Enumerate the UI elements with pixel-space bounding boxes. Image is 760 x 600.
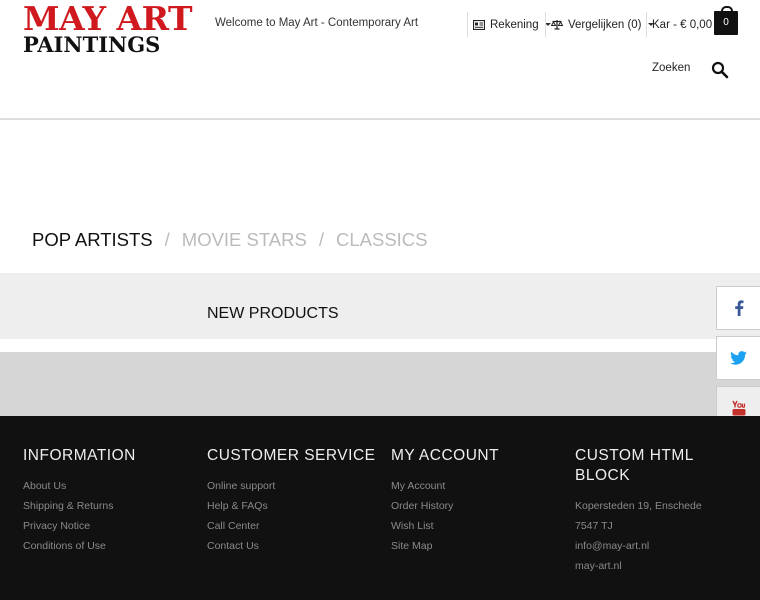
scale-icon <box>551 20 563 30</box>
footer-website-link[interactable]: may-art.nl <box>575 556 750 576</box>
footer-heading: CUSTOM HTML BLOCK <box>575 447 694 484</box>
account-menu[interactable]: Rekening <box>473 12 551 37</box>
logo-line-1: MAY ART <box>23 0 193 38</box>
content-band <box>0 352 760 416</box>
cart-label: Kar - € 0,00 <box>652 18 713 31</box>
compare-label: Vergelijken (0) <box>568 18 642 31</box>
new-products-section: NEW PRODUCTS <box>0 273 760 339</box>
footer-link-call-center[interactable]: Call Center <box>207 516 382 536</box>
footer-address-street: Kopersteden 19, Enschede <box>575 500 702 512</box>
facebook-icon <box>734 300 743 316</box>
welcome-message: Welcome to May Art - Contemporary Art <box>215 17 419 29</box>
tab-movie-stars[interactable]: MOVIE STARS <box>182 229 307 251</box>
new-products-title: NEW PRODUCTS <box>207 305 339 322</box>
footer-heading: CUSTOMER SERVICE <box>207 447 376 464</box>
footer-link-conditions-of-use[interactable]: Conditions of Use <box>23 536 198 556</box>
footer-heading: MY ACCOUNT <box>391 447 500 464</box>
footer-link-wish-list[interactable]: Wish List <box>391 516 566 536</box>
site-footer: INFORMATION About Us Shipping & Returns … <box>0 416 760 600</box>
tab-separator: / <box>164 229 170 250</box>
category-tabs: POP ARTISTS / MOVIE STARS / CLASSICS <box>32 228 428 252</box>
footer-column-information: INFORMATION About Us Shipping & Returns … <box>23 446 198 556</box>
footer-link-my-account[interactable]: My Account <box>391 476 566 496</box>
site-logo[interactable]: MAY ART PAINTINGS <box>23 0 203 57</box>
account-card-icon <box>473 19 485 30</box>
tab-separator: / <box>318 229 324 250</box>
footer-link-about-us[interactable]: About Us <box>23 476 198 496</box>
site-header: MAY ART PAINTINGS Welcome to May Art - C… <box>0 0 760 120</box>
footer-column-customer-service: CUSTOMER SERVICE Online support Help & F… <box>207 446 382 556</box>
nav-divider <box>545 12 546 37</box>
youtube-icon <box>731 400 745 416</box>
nav-divider <box>467 12 468 37</box>
footer-link-order-history[interactable]: Order History <box>391 496 566 516</box>
cart-count: 0 <box>723 17 729 28</box>
tab-classics[interactable]: CLASSICS <box>336 229 428 251</box>
footer-link-help-faqs[interactable]: Help & FAQs <box>207 496 382 516</box>
footer-link-site-map[interactable]: Site Map <box>391 536 566 556</box>
facebook-button[interactable] <box>716 286 760 330</box>
footer-link-privacy-notice[interactable]: Privacy Notice <box>23 516 198 536</box>
shopping-bag-icon[interactable]: 0 <box>714 6 738 35</box>
twitter-button[interactable] <box>716 336 760 380</box>
footer-address-postcode: 7547 TJ <box>575 520 613 532</box>
footer-heading: INFORMATION <box>23 447 136 464</box>
footer-link-contact-us[interactable]: Contact Us <box>207 536 382 556</box>
nav-divider <box>646 12 647 37</box>
footer-column-custom-html: CUSTOM HTML BLOCK Kopersteden 19, Ensche… <box>575 446 750 576</box>
footer-email-link[interactable]: info@may-art.nl <box>575 536 750 556</box>
search-label[interactable]: Zoeken <box>652 62 690 74</box>
compare-menu[interactable]: Vergelijken (0) <box>551 12 654 37</box>
cart-link[interactable]: Kar - € 0,00 <box>652 12 712 37</box>
search-icon[interactable] <box>711 61 729 79</box>
footer-link-online-support[interactable]: Online support <box>207 476 382 496</box>
logo-line-2: PAINTINGS <box>23 32 161 57</box>
account-label: Rekening <box>490 18 539 31</box>
tab-pop-artists[interactable]: POP ARTISTS <box>32 229 153 251</box>
twitter-icon <box>730 351 747 365</box>
footer-column-my-account: MY ACCOUNT My Account Order History Wish… <box>391 446 566 556</box>
footer-link-shipping-returns[interactable]: Shipping & Returns <box>23 496 198 516</box>
